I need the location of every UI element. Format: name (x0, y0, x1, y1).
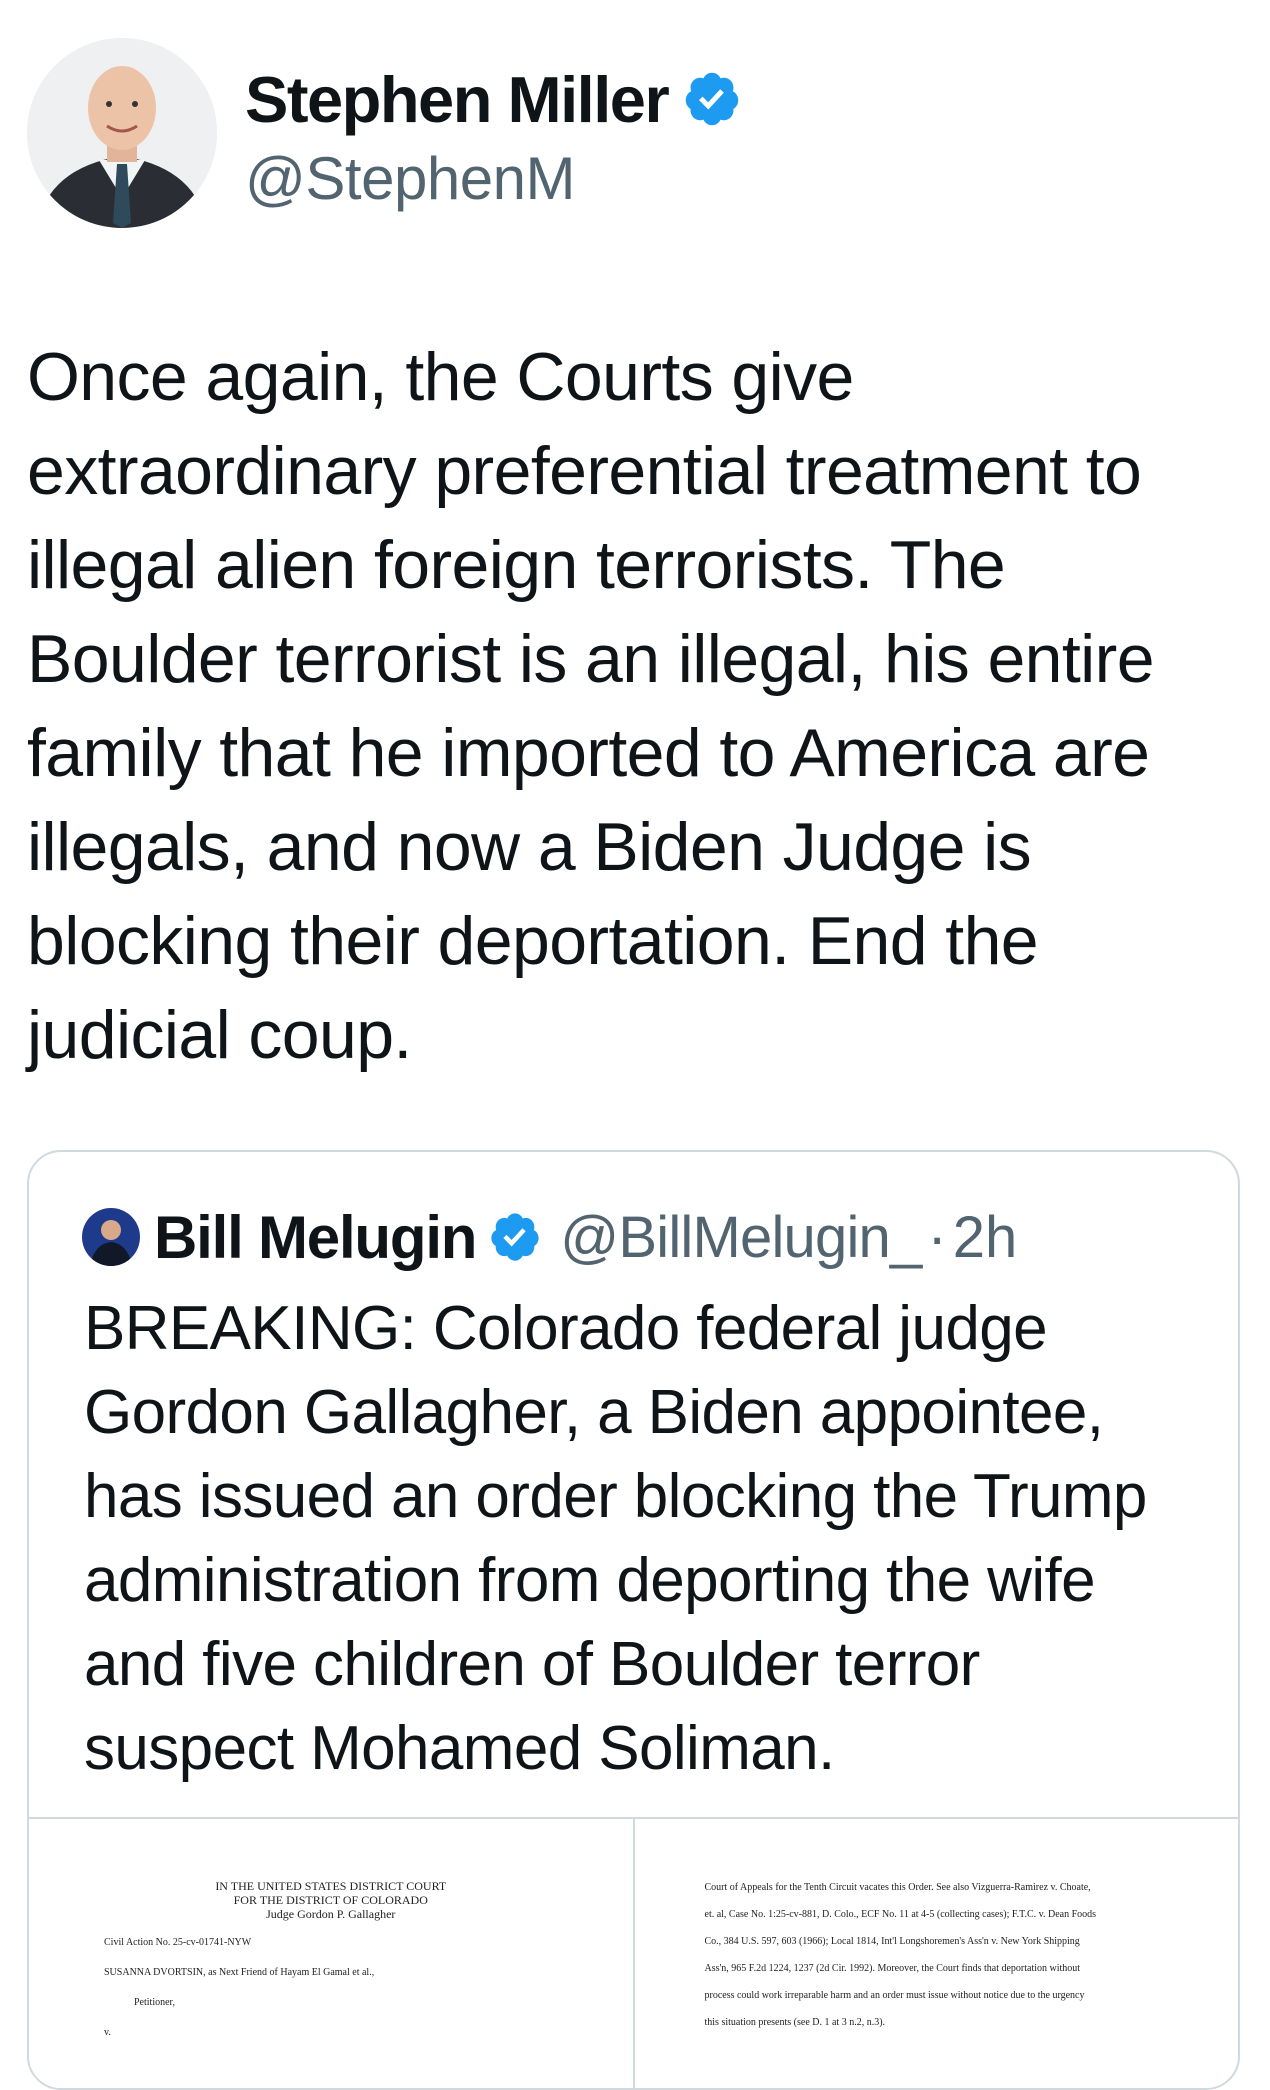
document-role: Petitioner, (134, 1997, 175, 2008)
verified-badge-icon (682, 69, 742, 129)
author-name[interactable]: Stephen Miller (245, 62, 670, 137)
tweet-text: Once again, the Courts give extraordinar… (27, 339, 1155, 1073)
document-party: SUSANNA DVORTSIN, as Next Friend of Haya… (104, 1967, 375, 1978)
document-order-text: Court of Appeals for the Tenth Circuit v… (704, 1882, 1097, 2028)
quoted-author-handle[interactable]: @BillMelugin_ (560, 1204, 922, 1271)
document-civil-action: Civil Action No. 25-cv-01741-NYW (104, 1937, 252, 1948)
quoted-author-name[interactable]: Bill Melugin (154, 1203, 477, 1272)
quoted-tweet-card[interactable]: Bill Melugin @BillMelugin_ · 2h BREAKING… (27, 1150, 1240, 2090)
quoted-author-avatar[interactable] (82, 1208, 140, 1266)
author-name-row[interactable]: Stephen Miller (245, 56, 742, 142)
author-handle[interactable]: @StephenM (245, 144, 575, 213)
document-versus: v. (104, 2027, 111, 2038)
author-avatar-image (27, 38, 217, 228)
quoted-tweet-header: Bill Melugin @BillMelugin_ · 2h (82, 1200, 1017, 1274)
separator-dot: · (927, 1204, 947, 1270)
author-avatar[interactable] (27, 38, 217, 228)
document-court-heading: IN THE UNITED STATES DISTRICT COURT FOR … (215, 1879, 447, 1921)
quoted-tweet-text: BREAKING: Colorado federal judge Gordon … (84, 1294, 1147, 1783)
court-document-image-left[interactable]: IN THE UNITED STATES DISTRICT COURT FOR … (29, 1819, 633, 2088)
quoted-tweet-media: IN THE UNITED STATES DISTRICT COURT FOR … (29, 1817, 1238, 2088)
quoted-tweet-time[interactable]: 2h (953, 1204, 1018, 1271)
tweet-author-header: Stephen Miller @StephenM (27, 38, 1227, 228)
court-document-image-right[interactable]: Court of Appeals for the Tenth Circuit v… (632, 1819, 1238, 2088)
verified-badge-icon (488, 1210, 542, 1264)
